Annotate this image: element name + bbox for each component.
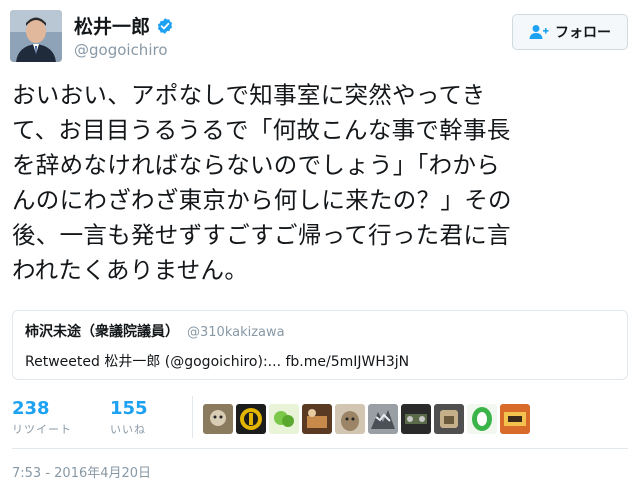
tweet-text-line: て、お目目うるうるで「何故こんな事で幹事長 <box>12 116 511 144</box>
follow-user-plus-icon <box>529 25 549 39</box>
liker-avatar[interactable] <box>236 404 266 434</box>
verified-badge-icon <box>157 17 173 34</box>
tweet-text-line: を辞めなければならないのでしょう」「わから <box>12 151 501 179</box>
liker-avatar[interactable] <box>269 404 299 434</box>
like-count-stat[interactable]: 155 いいね <box>110 398 148 437</box>
quoted-tweet-author-handle: @310kakizawa <box>187 325 285 340</box>
liker-avatar[interactable] <box>302 404 332 434</box>
like-label: いいね <box>110 423 146 436</box>
follow-button-label: フォロー <box>555 25 611 41</box>
quoted-tweet-author-name: 柿沢未途（衆議院議員） <box>25 324 179 340</box>
author-handle[interactable]: @gogoichiro <box>74 41 168 59</box>
liker-avatars <box>203 404 530 434</box>
footer-divider <box>12 448 628 449</box>
tweet-text-line: おいおい、アポなしで知事室に突然やってき <box>12 81 486 109</box>
author-avatar[interactable] <box>10 10 62 62</box>
quoted-tweet[interactable]: 柿沢未途（衆議院議員） @310kakizawa Retweeted 松井一郎 … <box>12 310 628 380</box>
liker-avatar[interactable] <box>434 404 464 434</box>
liker-avatar[interactable] <box>203 404 233 434</box>
author-name-row[interactable]: 松井一郎 <box>74 12 174 39</box>
like-count: 155 <box>110 398 148 419</box>
liker-avatar[interactable] <box>401 404 431 434</box>
author-display-name[interactable]: 松井一郎 <box>74 12 150 39</box>
liker-avatar[interactable] <box>368 404 398 434</box>
tweet-text-line: 後、一言も発せずすごすご帰って行った君に言 <box>12 221 511 249</box>
tweet-stats: 238 リツイート 155 いいね <box>12 398 148 437</box>
quoted-tweet-body: Retweeted 松井一郎 (@gogoichiro):... fb.me/5… <box>25 354 410 370</box>
retweet-label: リツイート <box>12 423 72 436</box>
liker-avatar[interactable] <box>335 404 365 434</box>
tweet-card: 松井一郎 @gogoichiro フォロー おいおい、アポなしで知事室に突然やっ… <box>0 0 640 492</box>
follow-button[interactable]: フォロー <box>512 14 628 50</box>
liker-avatar[interactable] <box>500 404 530 434</box>
retweet-count-stat[interactable]: 238 リツイート <box>12 398 72 437</box>
tweet-text-line: んのにわざわざ東京から何しに来たの？」その <box>12 186 512 214</box>
liker-avatar[interactable] <box>467 404 497 434</box>
tweet-timestamp[interactable]: 7:53 - 2016年4月20日 <box>12 462 151 481</box>
retweet-count: 238 <box>12 398 50 419</box>
tweet-text-line: われたくありません。 <box>12 256 249 284</box>
quoted-tweet-header: 柿沢未途（衆議院議員） @310kakizawa <box>25 321 615 341</box>
tweet-text: おいおい、アポなしで知事室に突然やってき て、お目目うるうるで「何故こんな事で幹… <box>12 78 630 288</box>
stats-divider <box>192 396 193 438</box>
